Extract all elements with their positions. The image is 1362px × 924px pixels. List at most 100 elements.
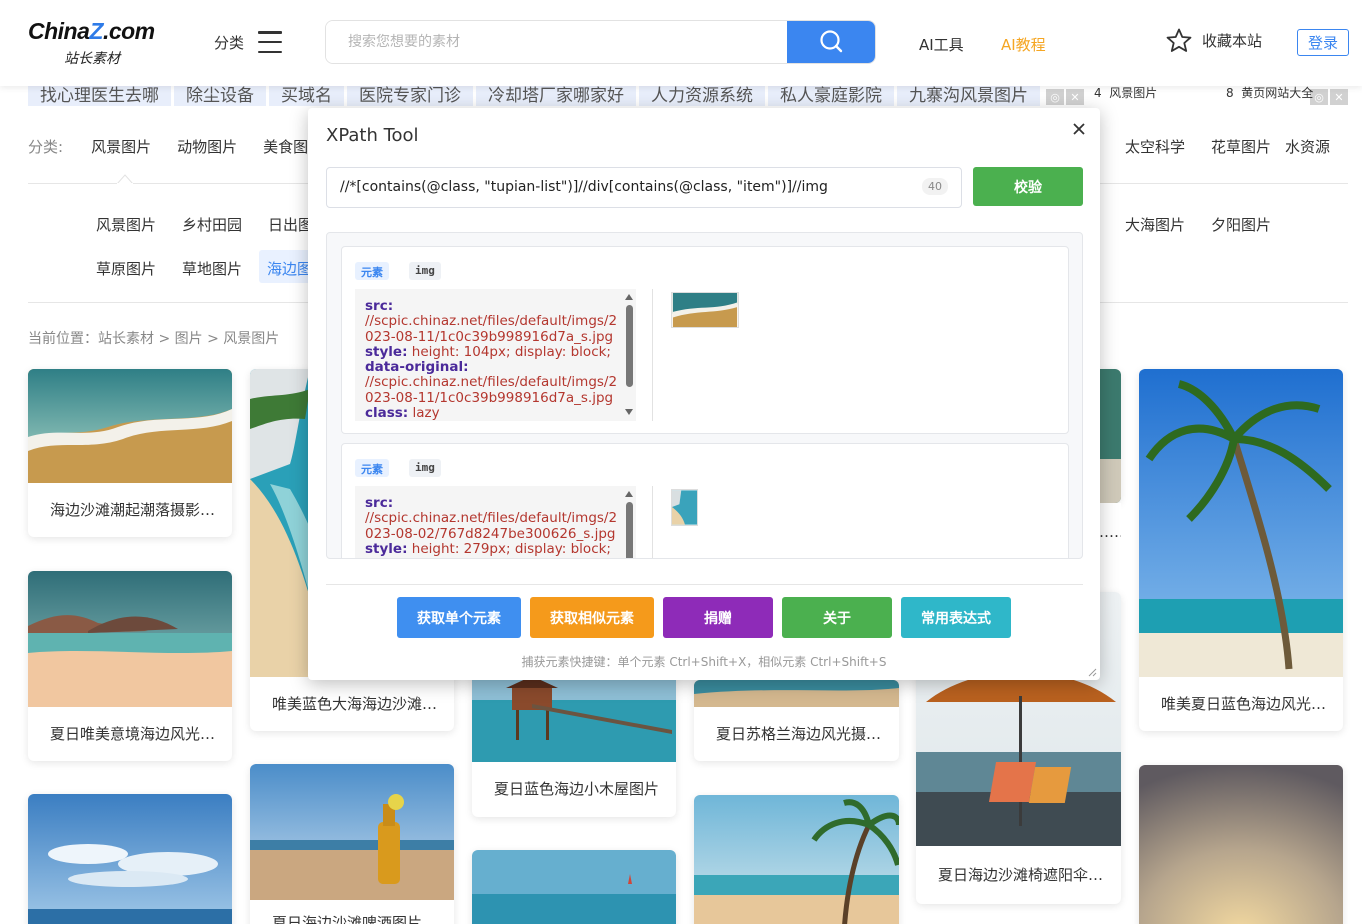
image-card[interactable]: 夏日苏格兰海边风光摄影图片 bbox=[694, 680, 899, 761]
attribute-list[interactable]: src: //scpic.chinaz.net/files/default/im… bbox=[355, 486, 636, 558]
subcategory-item[interactable]: 乡村田园 bbox=[182, 214, 242, 235]
ad-info-icon[interactable]: ◎ bbox=[1046, 89, 1064, 105]
category-item[interactable]: 花草图片 bbox=[1211, 136, 1271, 157]
subcategory-item[interactable]: 日出图 bbox=[268, 214, 313, 235]
result-item: 元素 img src: //scpic.chinaz.net/files/def… bbox=[341, 246, 1069, 434]
card-image bbox=[250, 764, 454, 900]
attribute-value: //scpic.chinaz.net/files/default/imgs/20… bbox=[365, 313, 618, 345]
login-button[interactable]: 登录 bbox=[1297, 29, 1349, 56]
result-divider bbox=[652, 289, 653, 421]
about-button[interactable]: 关于 bbox=[782, 597, 892, 638]
subcategory-item[interactable]: 风景图片 bbox=[96, 214, 156, 235]
hamburger-icon bbox=[258, 31, 283, 53]
logo-subtitle: 站长素材 bbox=[64, 51, 120, 67]
subcategory-item[interactable]: 草地图片 bbox=[182, 258, 242, 279]
search-icon bbox=[820, 30, 843, 53]
ad-numbered-link[interactable]: 8 黄页网站大全 bbox=[1226, 84, 1313, 101]
logo-wordmark: ChinaZ.com bbox=[28, 18, 155, 44]
card-caption: 海边沙滩潮起潮落摄影图片 bbox=[50, 501, 231, 519]
card-image bbox=[1099, 369, 1121, 503]
scroll-thumb[interactable] bbox=[626, 305, 633, 387]
image-card[interactable] bbox=[1139, 765, 1343, 924]
image-card[interactable] bbox=[694, 795, 899, 924]
get-similar-elements-button[interactable]: 获取相似元素 bbox=[530, 597, 654, 638]
ad-close-icon[interactable]: ✕ bbox=[1330, 89, 1348, 105]
card-image bbox=[472, 850, 676, 924]
favorite-label: 收藏本站 bbox=[1202, 32, 1263, 50]
match-count-badge: 40 bbox=[922, 178, 948, 195]
result-type-tag: 元素 bbox=[355, 262, 389, 280]
category-item[interactable]: 水资源 bbox=[1285, 136, 1330, 157]
subcategory-item[interactable]: 夕阳图片 bbox=[1211, 214, 1271, 235]
dialog-divider bbox=[326, 584, 1083, 585]
breadcrumb: 当前位置：站长素材 > 图片 > 风景图片 bbox=[28, 331, 280, 347]
scroll-thumb[interactable] bbox=[626, 502, 633, 558]
category-menu-button[interactable]: 分类 bbox=[214, 28, 283, 56]
star-icon bbox=[1166, 28, 1192, 52]
search-bar bbox=[325, 20, 876, 64]
scroll-up-icon[interactable] bbox=[625, 491, 633, 497]
scrollbar[interactable] bbox=[622, 289, 636, 421]
attribute-row: data-original: bbox=[365, 359, 469, 376]
scrollbar[interactable] bbox=[622, 486, 636, 558]
card-caption: 夏日苏格兰海边风光摄影图片 bbox=[716, 725, 899, 743]
card-caption: … bbox=[1099, 523, 1114, 541]
image-card[interactable]: … bbox=[1099, 503, 1121, 561]
card-caption: 夏日蓝色海边小木屋图片 bbox=[494, 780, 660, 798]
result-divider bbox=[652, 486, 653, 558]
card-image bbox=[1139, 369, 1343, 677]
subcategory-item[interactable]: 草原图片 bbox=[96, 258, 156, 279]
image-card[interactable]: 唯美夏日蓝色海边风光图片 bbox=[1139, 369, 1343, 731]
search-input[interactable] bbox=[326, 21, 787, 63]
scroll-down-icon[interactable] bbox=[625, 409, 633, 415]
verify-button[interactable]: 校验 bbox=[973, 167, 1083, 206]
ad-close-icon[interactable]: ✕ bbox=[1066, 89, 1084, 105]
nav-ai-tools[interactable]: AI工具 bbox=[919, 34, 964, 55]
image-card[interactable]: 夏日唯美意境海边风光图片 bbox=[28, 571, 232, 761]
attribute-row: src: bbox=[365, 298, 394, 314]
attribute-value: //scpic.chinaz.net/files/default/imgs/20… bbox=[365, 510, 618, 542]
result-tag-name: img bbox=[409, 262, 441, 280]
category-item[interactable]: 动物图片 bbox=[177, 136, 237, 157]
attribute-row: style: height: 279px; display: block; bbox=[365, 540, 611, 557]
close-icon[interactable] bbox=[1070, 120, 1088, 138]
xpath-tool-dialog: XPath Tool //*[contains(@class, "tupian-… bbox=[308, 108, 1100, 680]
category-menu-label: 分类 bbox=[214, 33, 245, 52]
card-caption: 夏日海边沙滩椅遮阳伞图片 bbox=[938, 866, 1119, 884]
image-card[interactable]: 夏日蓝色海边小木屋图片 bbox=[472, 660, 676, 817]
category-item[interactable]: 太空科学 bbox=[1125, 136, 1185, 157]
card-image bbox=[28, 794, 232, 924]
attribute-row: style: height: 104px; display: block; bbox=[365, 343, 611, 360]
results-panel[interactable]: 元素 img src: //scpic.chinaz.net/files/def… bbox=[326, 232, 1083, 559]
card-caption: 夏日海边沙滩啤酒图片 bbox=[272, 914, 423, 924]
donate-button[interactable]: 捐赠 bbox=[663, 597, 773, 638]
image-card[interactable]: 夏日海边沙滩啤酒图片 bbox=[250, 764, 454, 924]
card-image bbox=[694, 795, 899, 924]
site-logo[interactable]: ChinaZ.com 站长素材 bbox=[28, 18, 168, 68]
image-card[interactable] bbox=[1099, 369, 1121, 503]
result-type-tag: 元素 bbox=[355, 459, 389, 477]
get-single-element-button[interactable]: 获取单个元素 bbox=[397, 597, 521, 638]
common-expressions-button[interactable]: 常用表达式 bbox=[901, 597, 1011, 638]
attribute-list[interactable]: src: //scpic.chinaz.net/files/default/im… bbox=[355, 289, 636, 421]
xpath-input[interactable]: //*[contains(@class, "tupian-list")]//di… bbox=[326, 167, 962, 208]
favorite-site-button[interactable]: 收藏本站 bbox=[1166, 28, 1262, 53]
shortcut-hint: 捕获元素快捷键：单个元素 Ctrl+Shift+X，相似元素 Ctrl+Shif… bbox=[521, 655, 887, 669]
ad-info-icon[interactable]: ◎ bbox=[1310, 89, 1328, 105]
category-item[interactable]: 美食图 bbox=[263, 136, 308, 157]
result-image-preview bbox=[671, 292, 739, 328]
site-header: ChinaZ.com 站长素材 分类 AI工具 AI教程 收藏本站 登录 bbox=[0, 0, 1362, 86]
card-image bbox=[28, 571, 232, 707]
ad-numbered-link[interactable]: 4 风景图片 bbox=[1094, 84, 1157, 101]
nav-ai-tutorial[interactable]: AI教程 bbox=[1001, 34, 1046, 55]
image-card[interactable] bbox=[472, 850, 676, 924]
subcategory-item-active[interactable]: 海边图片 bbox=[259, 250, 313, 283]
search-button[interactable] bbox=[787, 21, 875, 63]
image-card[interactable]: 海边沙滩潮起潮落摄影图片 bbox=[28, 369, 232, 537]
image-card[interactable] bbox=[28, 794, 232, 924]
category-label: 分类: bbox=[28, 138, 64, 156]
scroll-up-icon[interactable] bbox=[625, 294, 633, 300]
subcategory-item[interactable]: 大海图片 bbox=[1125, 214, 1185, 235]
resize-handle-icon[interactable] bbox=[1087, 667, 1097, 677]
category-item[interactable]: 风景图片 bbox=[91, 136, 151, 157]
